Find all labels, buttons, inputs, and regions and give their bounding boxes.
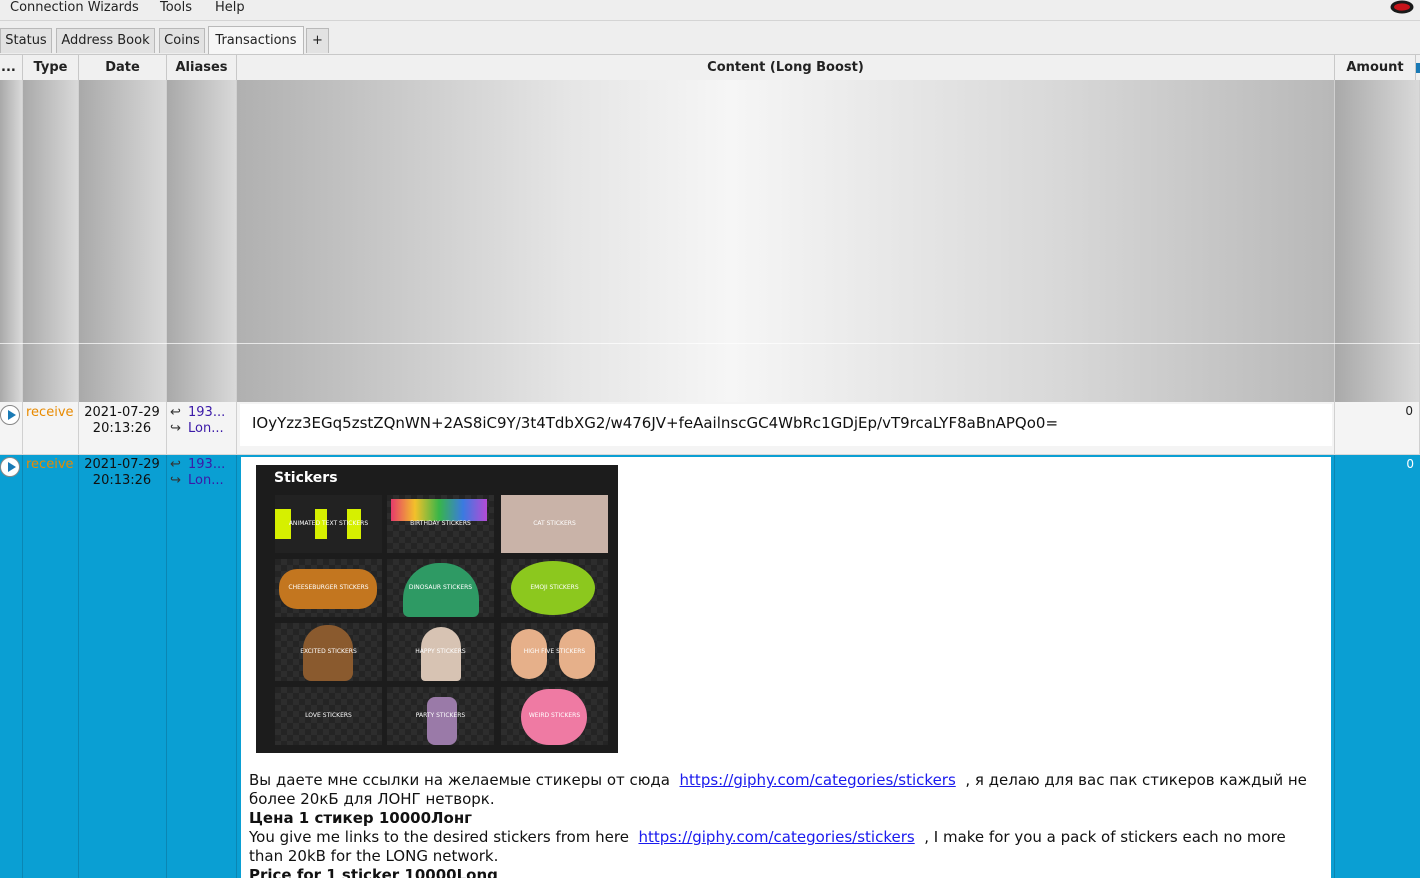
en-intro-text: You give me links to the desired sticker… bbox=[249, 828, 629, 846]
alias-from[interactable]: ↩ 193... bbox=[170, 457, 225, 473]
menu-tools[interactable]: Tools bbox=[160, 0, 192, 16]
tile-label: LOVE STICKERS bbox=[305, 712, 352, 719]
cell-aliases: ↩ 193... ↪ Lon... bbox=[167, 402, 237, 454]
alias-to-label: Lon... bbox=[188, 421, 224, 436]
cell-type: receive bbox=[23, 402, 79, 454]
tab-status[interactable]: Status bbox=[0, 28, 52, 53]
sticker-tile-birthday: BIRTHDAY STICKERS bbox=[387, 495, 494, 553]
tile-label: WEIRD STICKERS bbox=[528, 712, 581, 719]
play-icon[interactable] bbox=[0, 405, 20, 425]
tab-transactions[interactable]: Transactions bbox=[208, 26, 304, 54]
cell-content: IOyYzz3EGq5zstZQnWN+2AS8iC9Y/3t4TdbXG2/w… bbox=[237, 402, 1335, 454]
tile-label: PARTY STICKERS bbox=[415, 712, 466, 719]
ru-price-text: Цена 1 стикер 10000Лонг bbox=[249, 809, 473, 827]
ru-intro-text: Вы даете мне ссылки на желаемые стикеры … bbox=[249, 771, 670, 789]
tab-address-book[interactable]: Address Book bbox=[56, 28, 155, 53]
time-label: 20:13:26 bbox=[92, 421, 152, 436]
cell-placeholder bbox=[237, 80, 1335, 402]
tile-label: CHEESEBURGER STICKERS bbox=[288, 584, 369, 591]
sticker-tile-happy: HAPPY STICKERS bbox=[387, 623, 494, 681]
tile-label: EXCITED STICKERS bbox=[300, 648, 357, 655]
content-text: IOyYzz3EGq5zstZQnWN+2AS8iC9Y/3t4TdbXG2/w… bbox=[252, 414, 1059, 432]
cell-amount: 0 bbox=[1335, 402, 1420, 454]
cell-placeholder bbox=[1335, 80, 1420, 402]
table-row[interactable]: receive 2021-07-29 20:13:26 ↩ 193... ↪ Lon… bbox=[0, 402, 1420, 455]
play-icon[interactable] bbox=[0, 457, 20, 477]
stickers-image: Stickers ANIMATED TEXT STICKERS BIRTHDAY… bbox=[256, 465, 618, 753]
content-panel: Stickers ANIMATED TEXT STICKERS BIRTHDAY… bbox=[241, 457, 1331, 878]
sticker-tile-cheeseburger: CHEESEBURGER STICKERS bbox=[275, 559, 382, 617]
sticker-tile-dinosaur: DINOSAUR STICKERS bbox=[387, 559, 494, 617]
cell-date: 2021-07-29 20:13:26 bbox=[79, 402, 167, 454]
sticker-tile-love: LOVE STICKERS bbox=[275, 687, 382, 745]
reply-arrow-icon: ↩ bbox=[170, 405, 181, 420]
type-label: receive bbox=[26, 457, 74, 472]
sticker-tile-weird: WEIRD STICKERS bbox=[501, 687, 608, 745]
cell-play bbox=[0, 402, 23, 454]
alias-from-label: 193... bbox=[188, 457, 226, 472]
cell-placeholder bbox=[23, 80, 79, 402]
menu-bar: Connection Wizards Tools Help bbox=[0, 0, 1420, 21]
cell-placeholder bbox=[167, 80, 237, 402]
sticker-tile-cat: CAT STICKERS bbox=[501, 495, 608, 553]
column-header-aliases[interactable]: Aliases bbox=[167, 55, 237, 80]
tile-label: ANIMATED TEXT STICKERS bbox=[288, 520, 369, 527]
amount-value: 0 bbox=[1405, 404, 1413, 418]
cell-type: receive bbox=[23, 455, 79, 878]
time-label: 20:13:26 bbox=[92, 473, 152, 488]
tab-bar: Status Address Book Coins Transactions + bbox=[0, 21, 1420, 55]
alias-to[interactable]: ↪ Lon... bbox=[170, 421, 224, 437]
tile-label: CAT STICKERS bbox=[533, 520, 576, 527]
message-text: Вы даете мне ссылки на желаемые стикеры … bbox=[249, 771, 1324, 878]
tile-label: DINOSAUR STICKERS bbox=[408, 584, 473, 591]
add-tab-button[interactable]: + bbox=[306, 28, 329, 53]
alias-from-label: 193... bbox=[188, 405, 226, 420]
row-divider bbox=[0, 343, 1420, 344]
date-label: 2021-07-29 bbox=[84, 457, 160, 472]
cell-placeholder bbox=[0, 80, 23, 402]
alias-from[interactable]: ↩ 193... bbox=[170, 405, 225, 421]
tile-label: BIRTHDAY STICKERS bbox=[410, 520, 471, 527]
forward-arrow-icon: ↪ bbox=[170, 421, 181, 436]
tile-label: EMOJI STICKERS bbox=[530, 584, 579, 591]
column-header-date[interactable]: Date bbox=[79, 55, 167, 80]
en-price-text: Price for 1 sticker 10000Long bbox=[249, 866, 498, 878]
menu-connection-wizards[interactable]: Connection Wizards bbox=[10, 0, 139, 16]
column-resize-handle[interactable] bbox=[1416, 63, 1420, 73]
type-label: receive bbox=[26, 405, 74, 420]
menu-help[interactable]: Help bbox=[215, 0, 245, 16]
column-header-amount[interactable]: Amount bbox=[1335, 55, 1416, 80]
content-panel: IOyYzz3EGq5zstZQnWN+2AS8iC9Y/3t4TdbXG2/w… bbox=[240, 404, 1332, 446]
reply-arrow-icon: ↩ bbox=[170, 457, 181, 472]
tile-label: HAPPY STICKERS bbox=[415, 648, 466, 655]
column-header-type[interactable]: Type bbox=[23, 55, 79, 80]
alias-to-label: Lon... bbox=[188, 473, 224, 488]
amount-value: 0 bbox=[1406, 457, 1414, 471]
giphy-link-ru[interactable]: https://giphy.com/categories/stickers bbox=[680, 771, 956, 789]
image-title: Stickers bbox=[274, 470, 338, 486]
giphy-link-en[interactable]: https://giphy.com/categories/stickers bbox=[638, 828, 914, 846]
cell-play bbox=[0, 455, 23, 878]
column-header-content[interactable]: Content (Long Boost) bbox=[237, 55, 1335, 80]
column-header-more[interactable]: ... bbox=[0, 55, 23, 80]
date-label: 2021-07-29 bbox=[84, 405, 160, 420]
table-header: ... Type Date Aliases Content (Long Boos… bbox=[0, 55, 1420, 81]
sticker-tile-animated-text: ANIMATED TEXT STICKERS bbox=[275, 495, 382, 553]
tab-coins[interactable]: Coins bbox=[159, 28, 205, 53]
sticker-tile-emoji: EMOJI STICKERS bbox=[501, 559, 608, 617]
cell-placeholder bbox=[79, 80, 167, 402]
table-row-selected[interactable]: receive 2021-07-29 20:13:26 ↩ 193... ↪ Lon… bbox=[0, 455, 1420, 878]
forward-arrow-icon: ↪ bbox=[170, 473, 181, 488]
cell-date: 2021-07-29 20:13:26 bbox=[79, 455, 167, 878]
tile-label: HIGH FIVE STICKERS bbox=[523, 648, 586, 655]
app-logo-icon bbox=[1390, 0, 1414, 14]
cell-content: Stickers ANIMATED TEXT STICKERS BIRTHDAY… bbox=[237, 455, 1335, 878]
cell-aliases: ↩ 193... ↪ Lon... bbox=[167, 455, 237, 878]
sticker-tile-excited: EXCITED STICKERS bbox=[275, 623, 382, 681]
sticker-tile-party: PARTY STICKERS bbox=[387, 687, 494, 745]
cell-amount: 0 bbox=[1335, 455, 1420, 878]
alias-to[interactable]: ↪ Lon... bbox=[170, 473, 224, 489]
sticker-tile-high-five: HIGH FIVE STICKERS bbox=[501, 623, 608, 681]
